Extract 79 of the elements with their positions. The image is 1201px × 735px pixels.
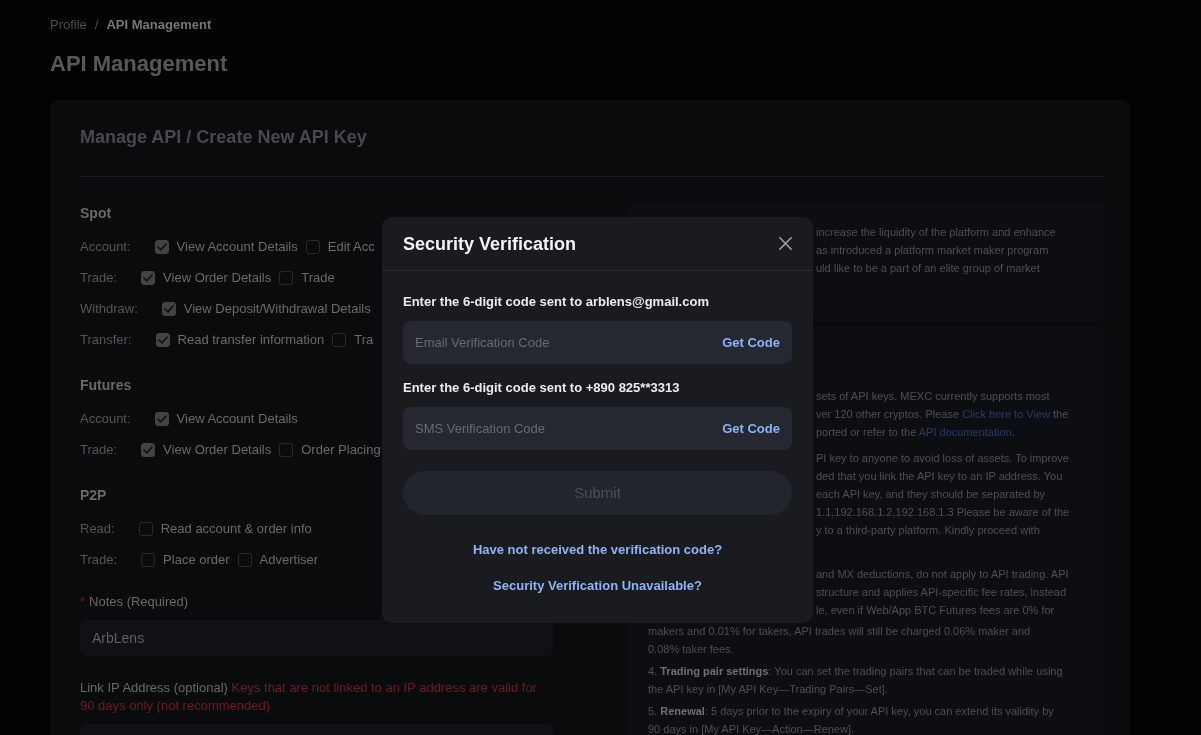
checkbox[interactable] — [141, 552, 156, 567]
checkbox-label: Read account & order info — [160, 519, 312, 538]
breadcrumb-current: API Management — [106, 17, 212, 33]
permission-label: Withdraw: — [80, 299, 138, 318]
get-code-button[interactable]: Get Code — [722, 419, 780, 438]
close-icon[interactable] — [779, 237, 792, 250]
checkbox-label: View Deposit/Withdrawal Details — [183, 299, 371, 318]
permission-label: Transfer: — [80, 330, 132, 349]
permission-label: Read: — [80, 519, 115, 538]
guide-text: ver 120 other cryptos. Please Click here to View the — [816, 407, 1069, 422]
section-title: Spot — [80, 204, 112, 223]
ip-address-label: Link IP Address (optional) Keys that are not linked to an IP address are valid for 90 days only (not recommended) — [80, 679, 538, 715]
checkbox[interactable] — [155, 332, 170, 347]
notice-text: increase the liquidity of the platform and enhance — [816, 225, 1056, 240]
help-link[interactable]: Security Verification Unavailable? — [493, 578, 702, 593]
page-title: API Management — [50, 50, 228, 78]
section-title: P2P — [80, 486, 107, 505]
permission-label: Trade: — [80, 268, 118, 287]
checkbox-label: View Order Details — [163, 440, 272, 459]
checkbox[interactable] — [154, 411, 169, 426]
verification-prompt: Enter the 6-digit code sent to arblens@gmail.com — [403, 293, 709, 311]
guide-text: ded that you link the API key to an IP address. You — [816, 469, 1063, 484]
checkbox[interactable] — [141, 442, 156, 457]
checkbox-label: View Order Details — [163, 268, 272, 287]
checkmark-icon — [157, 335, 168, 344]
checkbox-label: Advertiser — [259, 550, 319, 569]
checkmark-icon — [163, 304, 174, 313]
checkbox-label: View Account Details — [176, 409, 298, 428]
checkbox-label: Tra — [354, 330, 374, 349]
section-title: Futures — [80, 376, 132, 395]
notice-text: as introduced a platform market maker program — [816, 243, 1049, 258]
guide-text: 5. Renewal: 5 days prior to the expiry of your API key, you can extend its validity by 90 days in [My API Key—Action—Renew]. — [648, 704, 1055, 735]
permission-label: Account: — [80, 409, 131, 428]
card-title: Manage API / Create New API Key — [80, 126, 367, 148]
breadcrumb-separator: / — [94, 17, 99, 33]
notice-text: uld like to be a part of an elite group of market — [816, 261, 1040, 276]
checkbox-label: View Account Details — [176, 237, 298, 256]
guide-text: 1.1,192.168.1.2,192.168.1.3 Please be aware of the — [816, 505, 1070, 520]
permission-label: Trade: — [80, 550, 118, 569]
permission-label: Trade: — [80, 440, 118, 459]
guide-text: and MX deductions, do not apply to API trading. API — [816, 567, 1069, 582]
checkbox[interactable] — [138, 521, 153, 536]
checkbox[interactable] — [237, 552, 252, 567]
guide-text: PI key to anyone to avoid loss of assets. To improve — [816, 451, 1069, 466]
checkbox[interactable] — [305, 239, 320, 254]
checkbox-label: Read transfer information — [177, 330, 325, 349]
checkbox[interactable] — [332, 332, 347, 347]
guide-text: 4. Trading pair settings: You can set the trading pairs that can be traded while using the API key in [My API Key—Trading Pairs—Set]. — [648, 664, 1063, 697]
checkmark-icon — [143, 273, 154, 282]
guide-text: y to a third-party platform. Kindly proceed with — [816, 523, 1040, 538]
checkbox[interactable] — [279, 270, 294, 285]
checkbox[interactable] — [279, 442, 294, 457]
notes-input[interactable]: ArbLens — [80, 620, 553, 656]
guide-text: makers and 0.01% for takers, API trades will still be charged 0.06% maker and 0.08% taker fees. — [648, 624, 1032, 657]
get-code-button[interactable]: Get Code — [722, 333, 780, 352]
breadcrumb-link[interactable]: Profile — [50, 17, 87, 33]
checkmark-icon — [156, 242, 167, 251]
permission-label: Account: — [80, 237, 131, 256]
checkmark-icon — [143, 445, 154, 454]
checkmark-icon — [156, 414, 167, 423]
checkbox[interactable] — [154, 239, 169, 254]
guide-link[interactable]: Click here to View — [962, 408, 1050, 420]
checkbox-label: Edit Acc — [327, 237, 375, 256]
dialog-title: Security Verification — [403, 232, 577, 255]
verification-prompt: Enter the 6-digit code sent to +890 825**3313 — [403, 379, 680, 397]
guide-link[interactable]: API documentation — [918, 426, 1012, 438]
checkbox-label: Order Placing — [301, 440, 381, 459]
help-link[interactable]: Have not received the verification code? — [472, 542, 723, 557]
field-label: Notes (Required) — [89, 593, 189, 611]
checkbox[interactable] — [141, 270, 156, 285]
guide-text: each API key, and they should be separated by — [816, 487, 1046, 502]
guide-text: ported or refer to the API documentation. — [816, 425, 1015, 440]
guide-text: le, even if Web/App BTC Futures fees are 0% for — [816, 603, 1055, 618]
checkbox-label: Place order — [163, 550, 230, 569]
guide-text: structure and applies API-specific fee rates, instead — [816, 585, 1067, 600]
guide-text: sets of API keys. MEXC currently supports most — [816, 389, 1050, 404]
required-asterisk: * — [80, 593, 86, 611]
checkbox-label: Trade — [301, 268, 335, 287]
checkbox[interactable] — [161, 301, 176, 316]
